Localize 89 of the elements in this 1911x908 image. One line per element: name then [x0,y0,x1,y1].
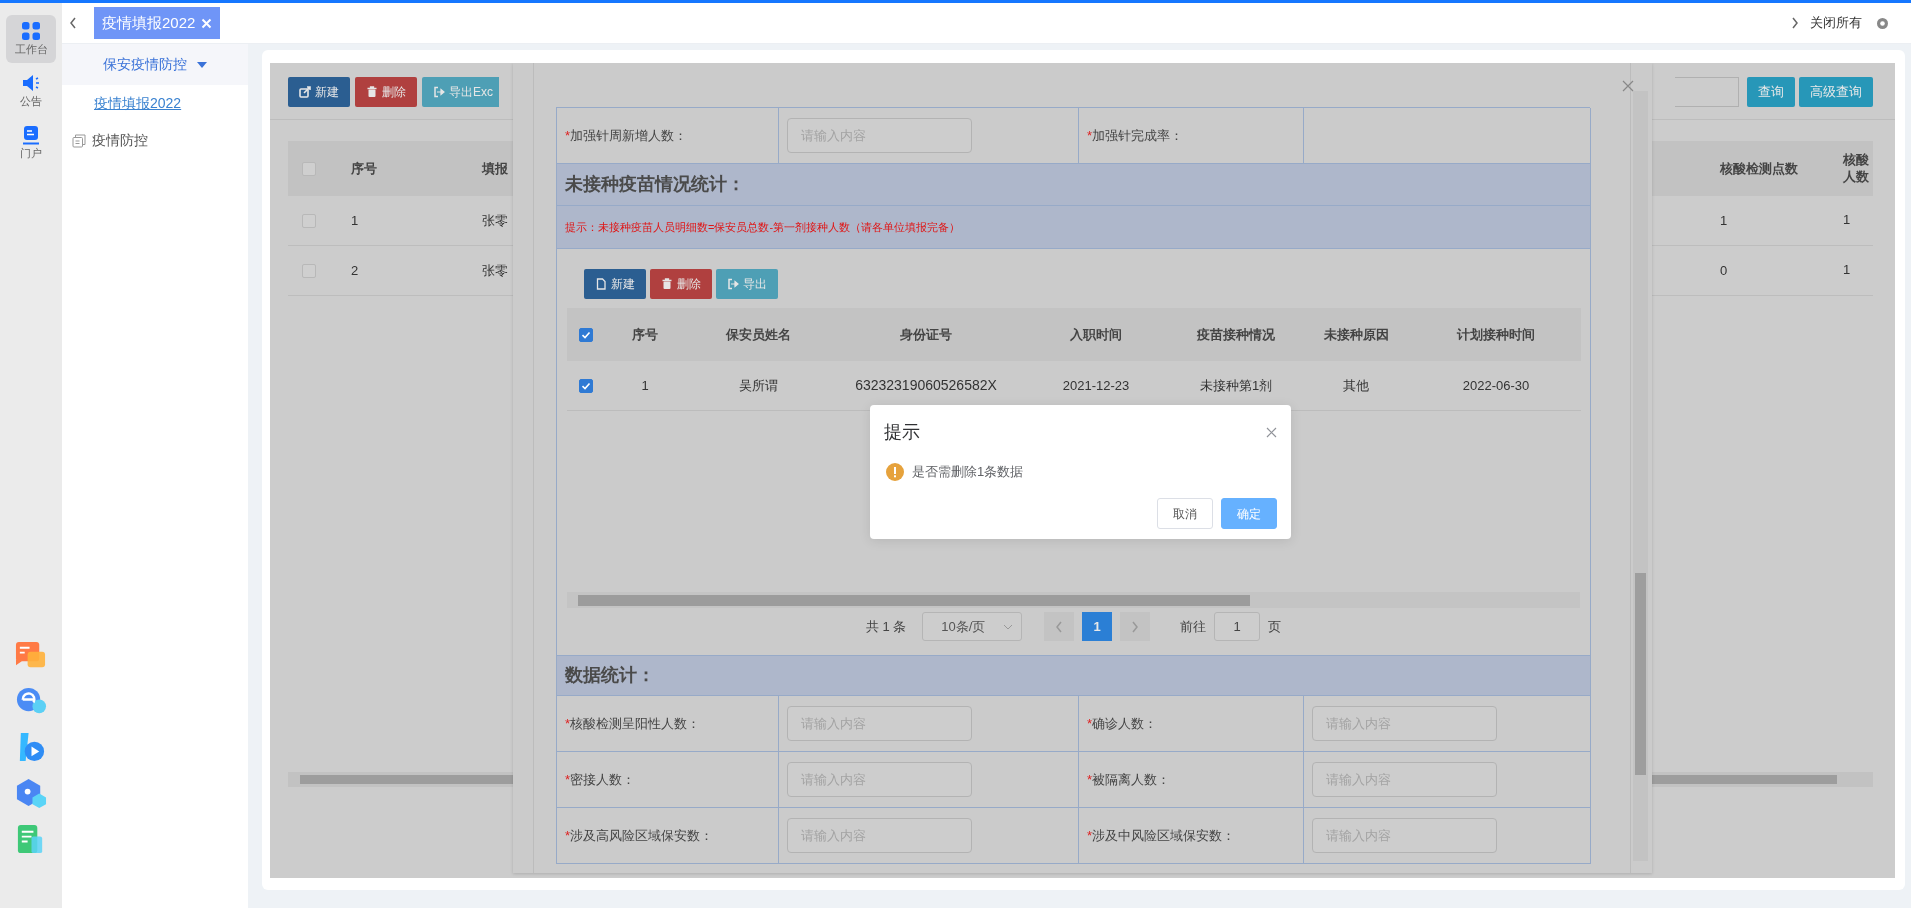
file-icon [595,278,607,290]
close-icon[interactable] [1266,427,1277,438]
rail-item[interactable]: 公告 [6,67,56,115]
toolbar-button[interactable]: 删除 [650,269,712,299]
grid-icon [21,20,41,41]
sidebar-item[interactable]: 疫情防控 [62,122,248,159]
dialog-title: 提示 [884,421,920,444]
column-header: 入职时间 [1021,308,1171,361]
page-unit-label: 页 [1268,617,1282,636]
sidebar-item[interactable]: 疫情填报2022 [78,85,248,122]
column-header: 填报 [480,159,509,178]
rail-item[interactable]: 门户 [6,119,56,167]
table-cell-text: 1 [350,211,360,230]
speaker-icon [21,72,41,93]
search-field[interactable] [1675,77,1739,107]
page-input[interactable]: 1 [1214,612,1261,641]
trash-icon [661,278,673,290]
checkbox[interactable] [579,378,593,393]
check-icon [581,380,591,391]
page-number[interactable]: 1 [1082,612,1113,641]
search-button[interactable]: 查询 [1747,77,1795,107]
table-cell-text: 张零 [481,211,509,230]
table-cell-text: 1 [1842,262,1852,279]
field-label: *密接人数： [565,770,636,789]
previous-page-button[interactable] [1044,612,1075,641]
trash-icon [366,86,378,98]
monitor-icon [22,124,40,145]
field-label: *核酸检测呈阳性人数： [565,714,701,733]
chevron-right-icon [1131,620,1140,633]
page-tab[interactable]: 疫情填报2022 [94,7,221,39]
section-title: 数据统计： [565,664,655,687]
chevron-left-icon[interactable] [68,16,78,30]
sidebar-group[interactable]: 保安疫情防控 [62,44,248,85]
warning-icon [886,462,904,481]
search-button[interactable]: 高级查询 [1799,77,1873,107]
export-icon [433,86,445,98]
toolbar-button[interactable]: 导出Exc [422,77,499,107]
field-label: *确诊人数： [1087,714,1158,733]
column-header: 序号 [605,308,685,361]
vertical-scrollbar[interactable] [1633,91,1648,861]
goto-label: 前往 [1180,617,1207,636]
field-label: *加强针周新增人数： [565,126,688,145]
chevron-down-icon [1003,623,1014,630]
table-cell: 1 [605,361,685,411]
field-label: *涉及高风险区域保安数： [565,826,714,845]
column-header: 核酸检测点数 [1719,159,1799,178]
column-header: 未接种原因 [1301,308,1411,361]
table-cell: 吴所谓 [685,361,831,411]
settings-icon[interactable] [1876,16,1889,30]
close-icon[interactable] [1622,80,1634,92]
hint-text: 提示：未接种疫苗人员明细数=保安员总数-第一剂接种人数（请各单位填报完备） [565,219,961,235]
table-cell: 2022-06-30 [1411,361,1581,411]
section-title: 未接种疫苗情况统计： [565,173,745,196]
column-header: 序号 [350,159,378,178]
field-label: *被隔离人数： [1087,770,1171,789]
table-cell-text: 1 [1719,211,1729,230]
caret-icon [197,61,207,68]
chevron-right-icon[interactable] [1790,16,1800,30]
field-label: *加强针完成率： [1087,126,1184,145]
horizontal-scrollbar[interactable] [567,592,1580,608]
table-cell: 其他 [1301,361,1411,411]
table-cell-text: 2 [350,261,360,280]
toolbar-button[interactable]: 新建 [288,77,350,107]
total-count: 共 1 条 [865,617,907,636]
field-label: *涉及中风险区域保安数： [1087,826,1236,845]
pages-icon [72,133,86,148]
chevron-left-icon [1055,620,1064,633]
checkbox[interactable] [579,327,593,342]
rail-item[interactable]: 工作台 [6,15,56,63]
table-cell-text: 0 [1719,261,1729,280]
column-header: 保安员姓名 [685,308,831,361]
check-icon [581,329,591,340]
column-header: 疫苗接种情况 [1171,308,1301,361]
toolbar-button[interactable]: 导出 [716,269,778,299]
dialog-message: 是否需删除1条数据 [912,463,1024,481]
column-header: 核酸人数 [1842,152,1870,185]
table-cell-text: 张零 [481,261,509,280]
close-all-link[interactable]: 关闭所有 [1810,13,1862,33]
toolbar-button[interactable]: 删除 [355,77,417,107]
cancel-button[interactable]: 取消 [1157,498,1213,529]
next-page-button[interactable] [1120,612,1151,641]
column-header: 计划接种时间 [1411,308,1581,361]
hexagon-app-icon[interactable] [15,778,47,810]
table-cell-text: 1 [1842,212,1852,229]
column-header: 身份证号 [831,308,1021,361]
edit-icon [299,86,311,98]
page-size-select[interactable]: 10条/页 [922,612,1023,641]
toolbar-button[interactable]: 新建 [584,269,646,299]
export-icon [727,278,739,290]
